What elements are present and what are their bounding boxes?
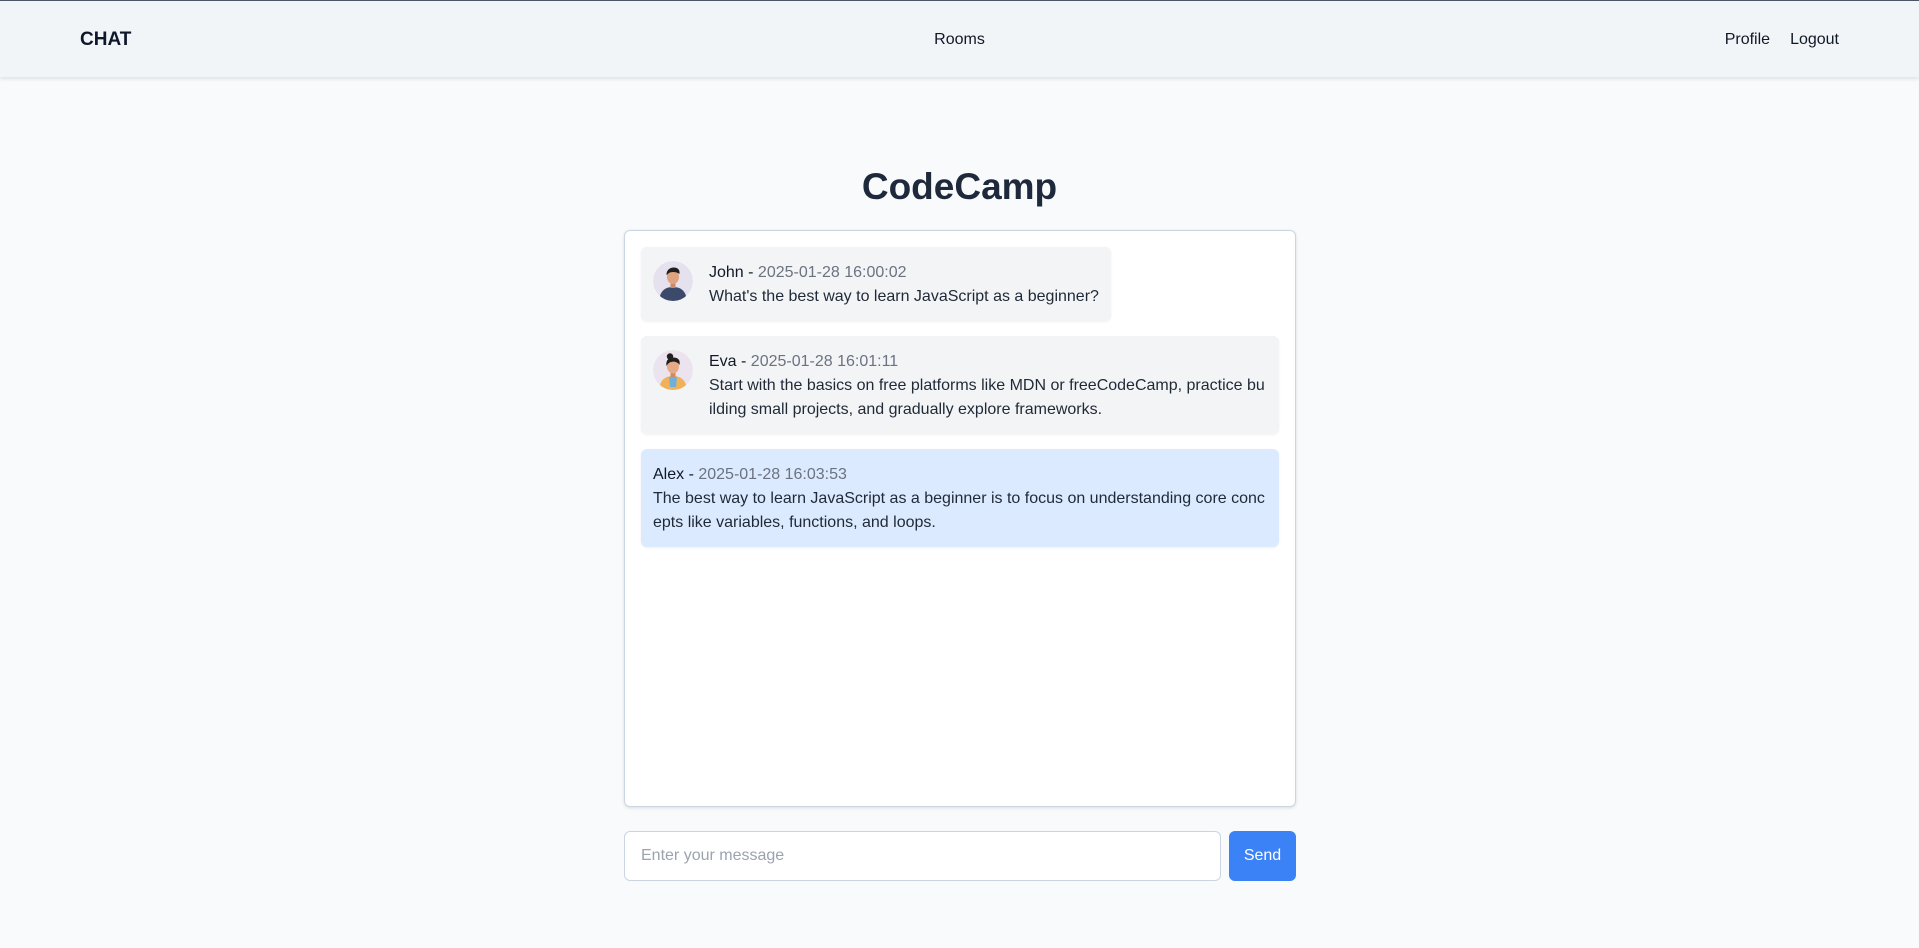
message-meta: John - 2025-01-28 16:00:02 [709, 261, 1099, 285]
room-title: CodeCamp [861, 166, 1058, 207]
top-navbar: CHAT Rooms Profile Logout [0, 0, 1919, 77]
message-separator: - [684, 466, 699, 483]
message-text: The best way to learn JavaScript as a be… [653, 490, 1265, 531]
message-input[interactable] [624, 831, 1221, 881]
message-author: Eva [709, 353, 737, 370]
message-body: John - 2025-01-28 16:00:02 What's the be… [709, 261, 1099, 309]
message-text: What's the best way to learn JavaScript … [709, 288, 1099, 305]
nav-rooms-link[interactable]: Rooms [934, 31, 985, 48]
nav-profile-link[interactable]: Profile [1725, 31, 1770, 49]
nav-rooms-wrapper: Rooms [0, 31, 1919, 49]
message-author: John [709, 264, 744, 281]
message-meta: Eva - 2025-01-28 16:01:11 [709, 350, 1267, 374]
message-separator: - [736, 353, 751, 370]
brand-logo[interactable]: CHAT [80, 29, 131, 51]
message-timestamp: 2025-01-28 16:01:11 [750, 353, 899, 370]
message-author: Alex [653, 466, 685, 483]
message-item: Eva - 2025-01-28 16:01:11 Start with the… [641, 336, 1279, 434]
message-separator: - [743, 264, 758, 281]
message-timestamp: 2025-01-28 16:03:53 [698, 466, 847, 483]
message-meta: Alex - 2025-01-28 16:03:53 [653, 463, 1267, 487]
message-item: John - 2025-01-28 16:00:02 What's the be… [641, 247, 1111, 321]
message-timestamp: 2025-01-28 16:00:02 [757, 264, 907, 281]
nav-user-links: Profile Logout [1725, 31, 1839, 49]
message-list[interactable]: John - 2025-01-28 16:00:02 What's the be… [624, 230, 1296, 807]
send-button[interactable]: Send [1229, 831, 1296, 881]
nav-logout-link[interactable]: Logout [1790, 31, 1839, 49]
own-message-item: Alex - 2025-01-28 16:03:53 The best way … [641, 449, 1279, 547]
message-text: Start with the basics on free platforms … [709, 377, 1265, 418]
male-avatar-icon [653, 261, 693, 301]
female-avatar-icon [653, 350, 693, 390]
message-body: Eva - 2025-01-28 16:01:11 Start with the… [709, 350, 1267, 422]
